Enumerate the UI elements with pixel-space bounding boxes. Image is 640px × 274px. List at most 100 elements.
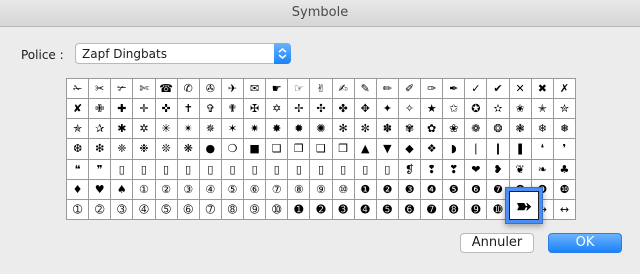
glyph-cell[interactable]: ✑ bbox=[421, 79, 444, 100]
glyph-cell[interactable]: ❂ bbox=[487, 119, 510, 140]
glyph-cell[interactable]: ✫ bbox=[487, 99, 510, 120]
glyph-cell[interactable]: ▲ bbox=[354, 139, 377, 160]
glyph-cell[interactable]: ☛ bbox=[266, 79, 289, 100]
glyph-cell[interactable]: ✦ bbox=[376, 99, 399, 120]
glyph-cell[interactable]: ➂ bbox=[111, 199, 134, 220]
glyph-cell[interactable]: ✗ bbox=[553, 79, 576, 100]
glyph-cell[interactable]: ⑨ bbox=[310, 179, 333, 200]
glyph-cell[interactable]: ✳ bbox=[155, 119, 178, 140]
glyph-cell[interactable]: ❺ bbox=[443, 179, 466, 200]
glyph-cell[interactable]: ✧ bbox=[398, 99, 422, 120]
glyph-cell[interactable]: ⑤ bbox=[221, 179, 245, 200]
glyph-cell[interactable]: ➇ bbox=[221, 199, 245, 220]
glyph-cell[interactable]: ✥ bbox=[354, 99, 377, 120]
glyph-cell[interactable]: ➄ bbox=[155, 199, 178, 220]
glyph-cell[interactable]: ✍ bbox=[332, 79, 355, 100]
glyph-cell[interactable]: ✖ bbox=[531, 79, 554, 100]
glyph-cell[interactable]: ✱ bbox=[111, 119, 134, 140]
glyph-cell[interactable]: ① bbox=[133, 179, 156, 200]
glyph-cell[interactable]: ❶ bbox=[354, 179, 377, 200]
glyph-cell[interactable]: ✂ bbox=[89, 79, 112, 100]
glyph-cell[interactable]: ✓ bbox=[465, 79, 488, 100]
glyph-cell[interactable]: ✪ bbox=[465, 99, 488, 120]
glyph-cell[interactable]: ❿ bbox=[553, 179, 576, 200]
glyph-cell[interactable]: ❁ bbox=[465, 119, 488, 140]
glyph-cell[interactable]: ❐ bbox=[288, 139, 311, 160]
glyph-cell[interactable]: ↔ bbox=[553, 199, 576, 220]
glyph-cell[interactable]: ❖ bbox=[421, 139, 444, 160]
glyph-cell[interactable]: ◆ bbox=[398, 139, 422, 160]
glyph-cell[interactable]: ❸ bbox=[398, 179, 422, 200]
glyph-cell[interactable]: ❑ bbox=[310, 139, 333, 160]
glyph-cell[interactable]: ✔ bbox=[487, 79, 510, 100]
ok-button[interactable]: OK bbox=[548, 233, 622, 253]
glyph-cell[interactable]: ❋ bbox=[177, 139, 200, 160]
glyph-cell[interactable]: ▯ bbox=[310, 159, 333, 180]
glyph-cell[interactable]: ➋ bbox=[310, 199, 333, 220]
glyph-cell[interactable]: ❙ bbox=[487, 139, 510, 160]
glyph-cell[interactable]: ❅ bbox=[553, 119, 576, 140]
glyph-cell[interactable]: ➅ bbox=[177, 199, 200, 220]
cancel-button[interactable]: Annuler bbox=[460, 233, 534, 253]
glyph-cell[interactable]: ★ bbox=[421, 99, 444, 120]
glyph-cell[interactable]: ◗ bbox=[443, 139, 466, 160]
glyph-cell[interactable]: ✝ bbox=[177, 99, 200, 120]
glyph-cell[interactable]: ✸ bbox=[266, 119, 289, 140]
glyph-cell[interactable]: ▯ bbox=[199, 159, 222, 180]
glyph-cell[interactable]: ✒ bbox=[443, 79, 466, 100]
glyph-cell[interactable]: ✿ bbox=[421, 119, 444, 140]
glyph-cell[interactable]: ▯ bbox=[244, 159, 267, 180]
glyph-cell[interactable]: ✢ bbox=[288, 99, 311, 120]
glyph-cell[interactable]: ✘ bbox=[67, 99, 90, 120]
glyph-cell[interactable]: ❧ bbox=[531, 159, 554, 180]
glyph-cell[interactable]: ⑦ bbox=[266, 179, 289, 200]
glyph-cell[interactable]: ✽ bbox=[376, 119, 399, 140]
glyph-cell[interactable]: ② bbox=[155, 179, 178, 200]
glyph-cell[interactable]: ✺ bbox=[310, 119, 333, 140]
glyph-cell[interactable]: ✩ bbox=[443, 99, 466, 120]
glyph-cell[interactable]: ❀ bbox=[443, 119, 466, 140]
glyph-cell[interactable]: ➌ bbox=[332, 199, 355, 220]
glyph-cell[interactable]: ➊ bbox=[288, 199, 311, 220]
glyph-cell[interactable]: ➆ bbox=[199, 199, 222, 220]
glyph-cell[interactable]: ➎ bbox=[376, 199, 399, 220]
glyph-cell[interactable]: ▯ bbox=[376, 159, 399, 180]
glyph-cell[interactable]: ✕ bbox=[509, 79, 532, 100]
glyph-cell[interactable]: ✐ bbox=[398, 79, 422, 100]
glyph-cell[interactable]: ❞ bbox=[89, 159, 112, 180]
glyph-cell[interactable]: ▯ bbox=[133, 159, 156, 180]
glyph-cell[interactable]: ⑧ bbox=[288, 179, 311, 200]
glyph-cell[interactable]: ⑥ bbox=[244, 179, 267, 200]
glyph-cell[interactable]: ❝ bbox=[67, 159, 90, 180]
glyph-cell[interactable]: ✯ bbox=[67, 119, 90, 140]
glyph-cell[interactable]: ✎ bbox=[354, 79, 377, 100]
glyph-cell[interactable]: ❹ bbox=[421, 179, 444, 200]
glyph-cell[interactable]: ✵ bbox=[199, 119, 222, 140]
glyph-cell[interactable]: ✼ bbox=[354, 119, 377, 140]
glyph-cell[interactable]: ➒ bbox=[465, 199, 488, 220]
glyph-cell[interactable]: ✌ bbox=[310, 79, 333, 100]
glyph-cell[interactable]: ④ bbox=[199, 179, 222, 200]
glyph-cell[interactable]: ✠ bbox=[244, 99, 267, 120]
glyph-cell[interactable]: ▼ bbox=[376, 139, 399, 160]
glyph-cell[interactable]: ✾ bbox=[398, 119, 422, 140]
glyph-cell[interactable]: ♠ bbox=[111, 179, 134, 200]
glyph-cell[interactable]: ✆ bbox=[177, 79, 200, 100]
glyph-cell[interactable]: ❈ bbox=[111, 139, 134, 160]
glyph-cell[interactable]: ✻ bbox=[332, 119, 355, 140]
glyph-cell[interactable]: ♦ bbox=[67, 179, 90, 200]
glyph-cell[interactable]: ✏ bbox=[376, 79, 399, 100]
glyph-cell[interactable]: ➍ bbox=[354, 199, 377, 220]
glyph-cell[interactable]: ✜ bbox=[155, 99, 178, 120]
glyph-cell[interactable]: ♥ bbox=[89, 179, 112, 200]
glyph-cell[interactable]: ➑ bbox=[443, 199, 466, 220]
glyph-cell[interactable]: ❤ bbox=[465, 159, 488, 180]
glyph-cell[interactable]: ▯ bbox=[288, 159, 311, 180]
glyph-cell[interactable]: ❣ bbox=[443, 159, 466, 180]
glyph-cell[interactable]: ❛ bbox=[531, 139, 554, 160]
glyph-cell[interactable]: ▯ bbox=[221, 159, 245, 180]
glyph-cell[interactable]: ▯ bbox=[354, 159, 377, 180]
glyph-cell[interactable]: ✶ bbox=[221, 119, 245, 140]
glyph-cell[interactable]: ✮ bbox=[553, 99, 576, 120]
glyph-cell[interactable]: ✹ bbox=[288, 119, 311, 140]
